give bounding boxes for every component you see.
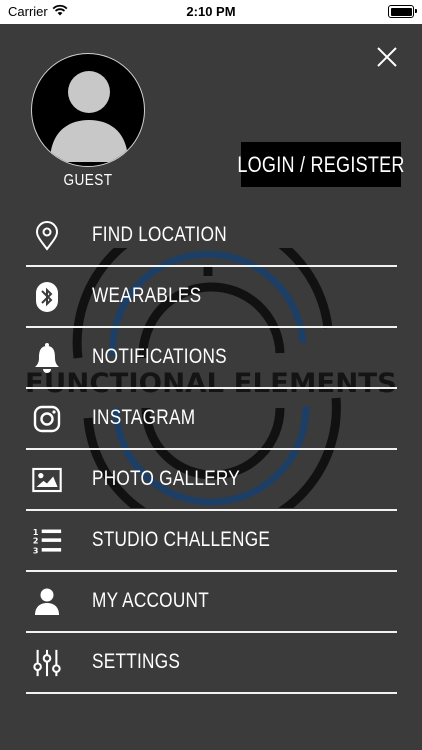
image-icon — [32, 464, 62, 496]
close-icon — [377, 47, 397, 67]
menu-list: FIND LOCATION WEARABLES NOTIFICATIONS IN… — [26, 206, 397, 694]
menu-item-label: MY ACCOUNT — [92, 589, 209, 612]
side-menu-screen: Carrier 2:10 PM FUNCTIONAL ELEMENTS GUES… — [0, 0, 422, 750]
menu-item-instagram[interactable]: INSTAGRAM — [26, 389, 397, 450]
battery-icon — [388, 5, 417, 18]
svg-text:3: 3 — [33, 546, 39, 555]
menu-item-label: PHOTO GALLERY — [92, 467, 241, 490]
svg-text:2: 2 — [33, 537, 39, 546]
guest-label: GUEST — [63, 172, 113, 189]
menu-item-photo-gallery[interactable]: PHOTO GALLERY — [26, 450, 397, 511]
sliders-icon — [32, 647, 62, 679]
menu-item-wearables[interactable]: WEARABLES — [26, 267, 397, 328]
menu-item-label: FIND LOCATION — [92, 223, 227, 246]
menu-item-label: WEARABLES — [92, 284, 202, 307]
menu-item-find-location[interactable]: FIND LOCATION — [26, 206, 397, 267]
svg-text:1: 1 — [33, 528, 39, 537]
login-register-label: LOGIN / REGISTER — [237, 151, 405, 177]
user-icon — [32, 586, 62, 618]
numbered-list-icon: 1 2 3 — [32, 525, 62, 557]
status-bar: Carrier 2:10 PM — [0, 0, 422, 24]
menu-item-label: SETTINGS — [92, 650, 181, 673]
bell-icon — [32, 342, 62, 374]
close-button[interactable] — [374, 44, 400, 70]
menu-item-my-account[interactable]: MY ACCOUNT — [26, 572, 397, 633]
menu-item-notifications[interactable]: NOTIFICATIONS — [26, 328, 397, 389]
bluetooth-icon — [32, 281, 62, 313]
menu-item-studio-challenge[interactable]: 1 2 3 STUDIO CHALLENGE — [26, 511, 397, 572]
clock-label: 2:10 PM — [186, 4, 236, 19]
menu-item-label: NOTIFICATIONS — [92, 345, 227, 368]
instagram-icon — [32, 403, 62, 435]
menu-item-settings[interactable]: SETTINGS — [26, 633, 397, 694]
login-register-button[interactable]: LOGIN / REGISTER — [237, 142, 404, 187]
user-avatar-icon — [50, 71, 128, 162]
menu-item-label: STUDIO CHALLENGE — [92, 528, 271, 551]
avatar[interactable] — [31, 53, 145, 167]
menu-item-label: INSTAGRAM — [92, 406, 196, 429]
location-pin-icon — [32, 220, 62, 252]
